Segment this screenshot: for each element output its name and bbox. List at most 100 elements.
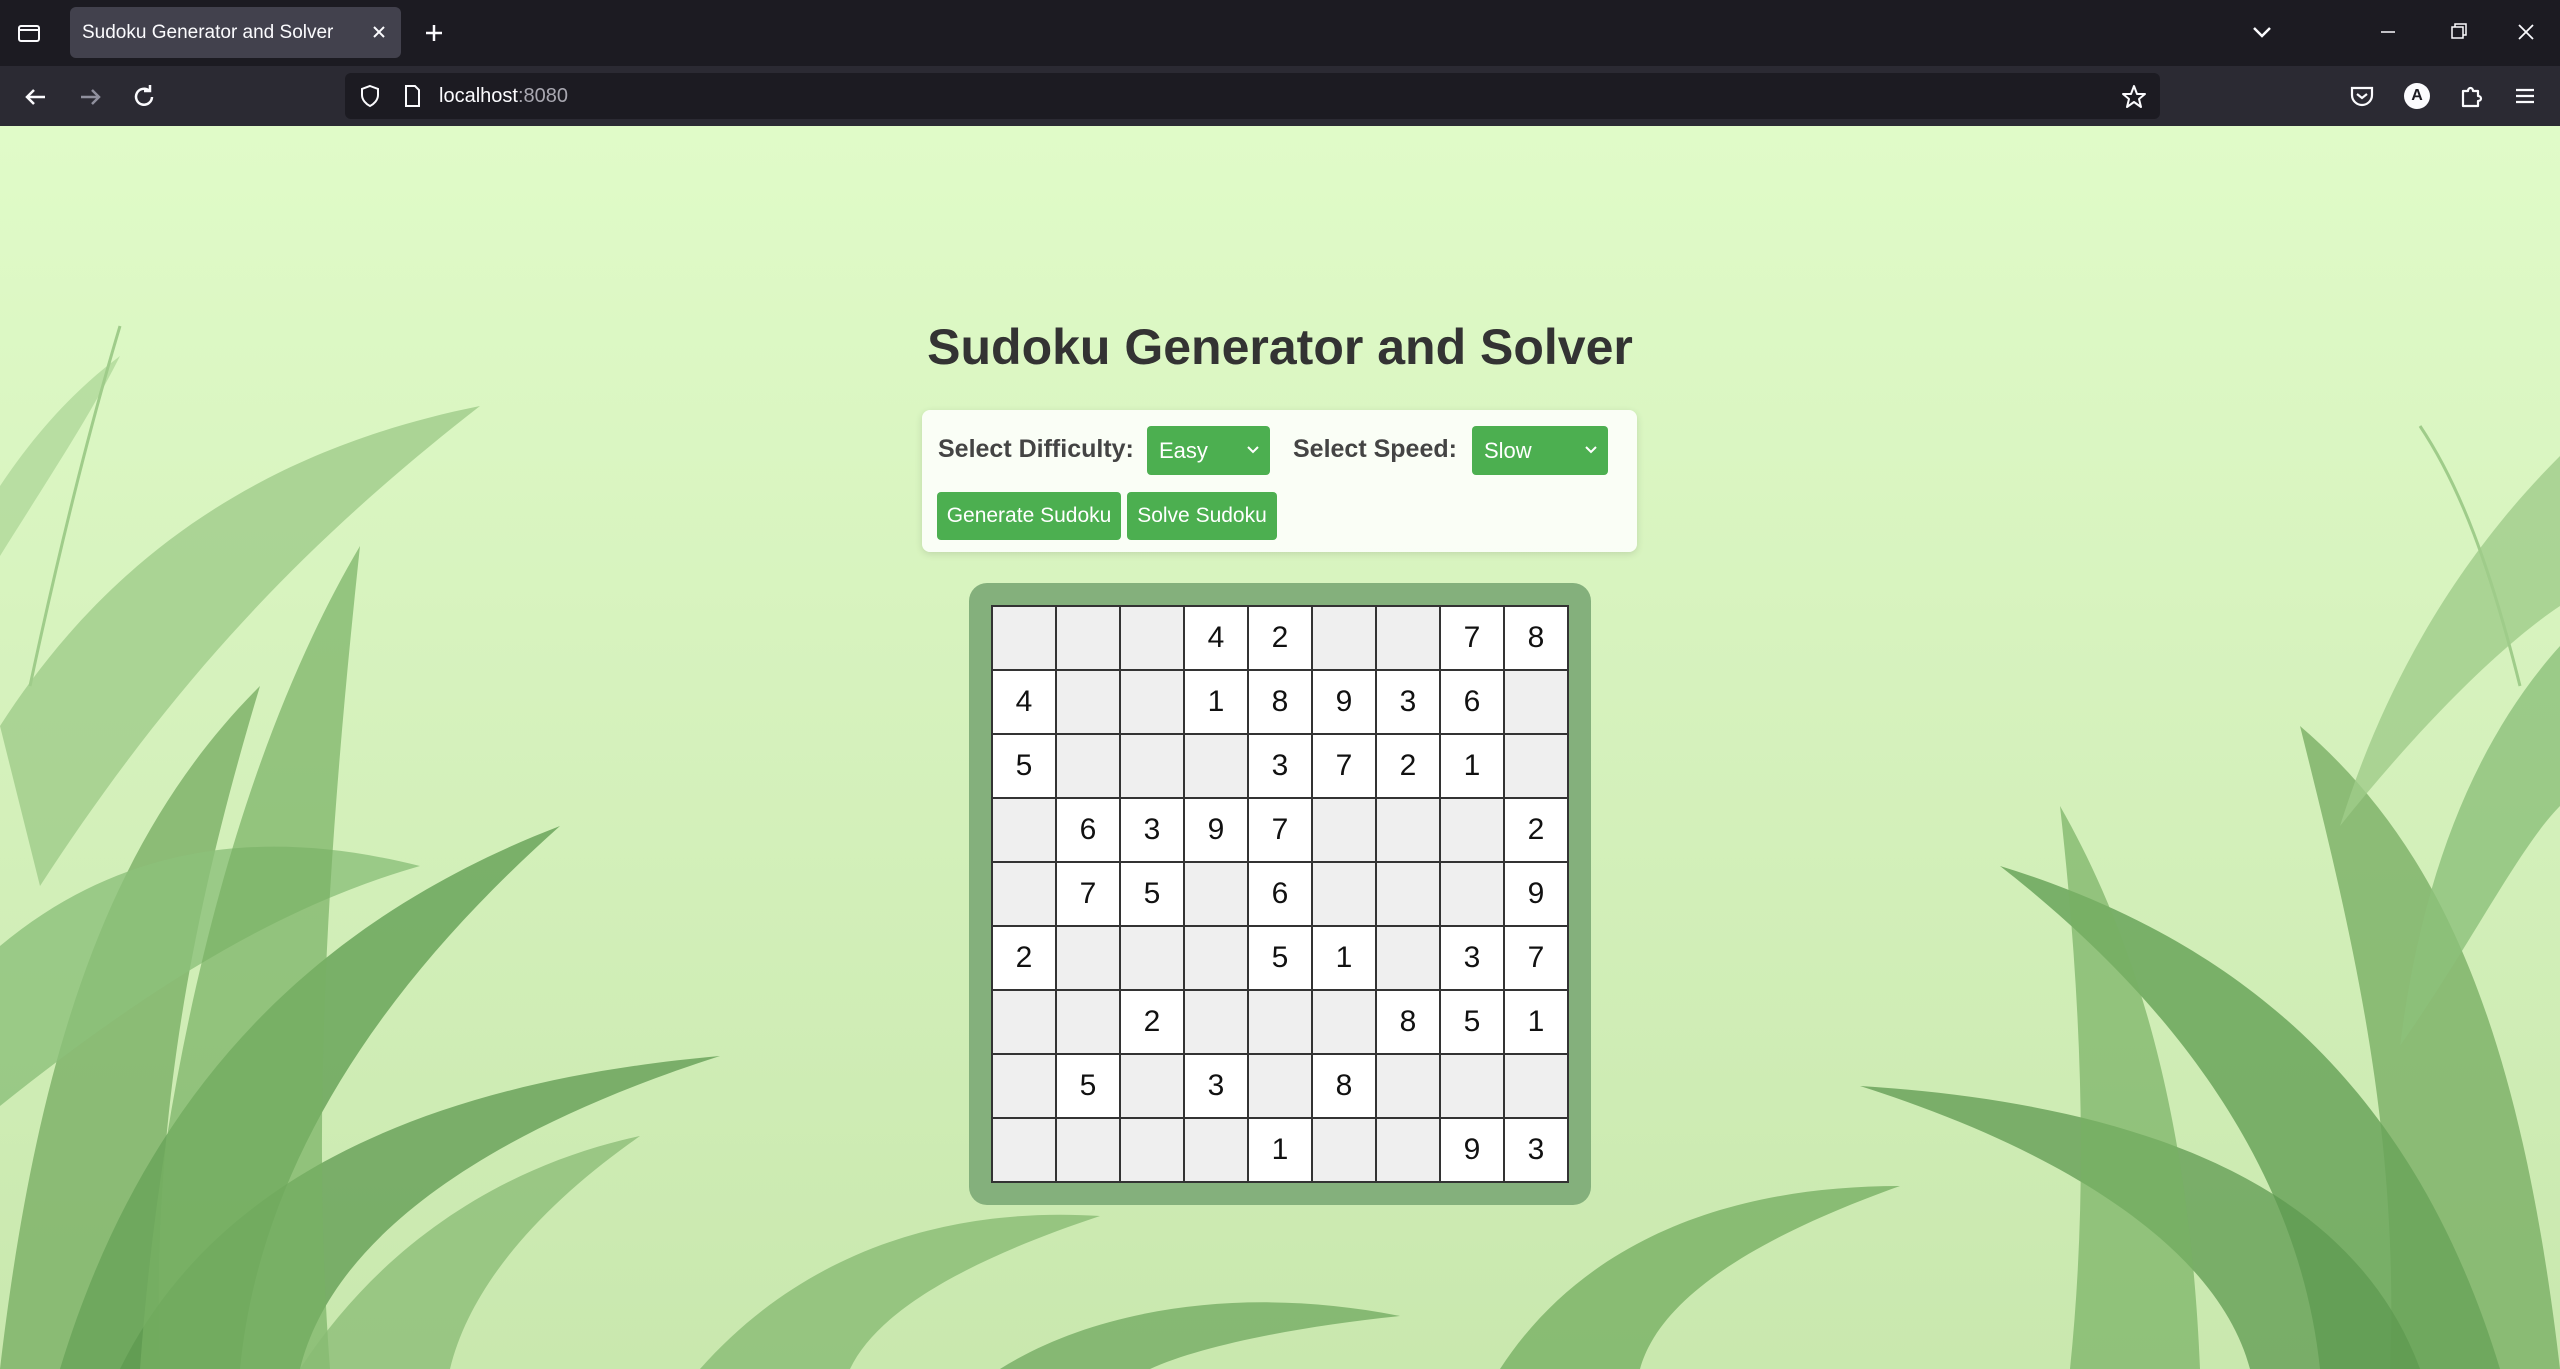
sudoku-cell[interactable] [993,799,1055,861]
sudoku-cell[interactable] [1185,991,1247,1053]
sudoku-cell[interactable] [1185,735,1247,797]
sudoku-cell[interactable] [1313,863,1375,925]
sudoku-cell[interactable] [1441,1055,1503,1117]
sudoku-cell[interactable] [1057,671,1119,733]
account-avatar-icon[interactable]: A [2404,83,2430,109]
sudoku-cell[interactable] [1377,927,1439,989]
sudoku-cell[interactable]: 3 [1249,735,1311,797]
sudoku-cell[interactable] [1377,799,1439,861]
sudoku-cell[interactable] [1505,671,1567,733]
sudoku-cell[interactable] [1185,1119,1247,1181]
sudoku-cell[interactable] [1313,991,1375,1053]
sudoku-cell[interactable] [1313,607,1375,669]
sudoku-cell[interactable] [993,991,1055,1053]
sudoku-cell[interactable] [1441,799,1503,861]
sudoku-cell[interactable] [1057,1119,1119,1181]
sudoku-cell[interactable] [1057,927,1119,989]
sudoku-cell[interactable] [1441,863,1503,925]
sudoku-cell[interactable]: 2 [1505,799,1567,861]
sudoku-cell[interactable]: 3 [1505,1119,1567,1181]
bookmark-star-icon[interactable] [2120,83,2148,111]
sudoku-cell[interactable]: 3 [1377,671,1439,733]
sudoku-cell[interactable]: 3 [1441,927,1503,989]
sudoku-cell[interactable] [1377,1119,1439,1181]
sudoku-cell[interactable] [1505,1055,1567,1117]
new-tab-icon[interactable] [418,17,450,49]
sudoku-cell[interactable] [1057,735,1119,797]
sudoku-cell[interactable]: 8 [1505,607,1567,669]
sudoku-cell[interactable] [1121,671,1183,733]
sudoku-cell[interactable] [1377,863,1439,925]
sudoku-cell[interactable]: 9 [1441,1119,1503,1181]
solve-sudoku-button[interactable]: Solve Sudoku [1127,492,1277,540]
sudoku-cell[interactable]: 5 [1441,991,1503,1053]
close-tab-icon[interactable] [365,18,393,46]
extensions-puzzle-icon[interactable] [2454,79,2488,113]
sudoku-cell[interactable] [993,1119,1055,1181]
generate-sudoku-button[interactable]: Generate Sudoku [937,492,1121,540]
sudoku-cell[interactable]: 7 [1249,799,1311,861]
sudoku-cell[interactable] [1121,927,1183,989]
sudoku-cell[interactable]: 5 [993,735,1055,797]
sudoku-cell[interactable]: 4 [1185,607,1247,669]
sudoku-cell[interactable]: 7 [1057,863,1119,925]
sudoku-cell[interactable] [1313,1119,1375,1181]
sudoku-cell[interactable]: 3 [1121,799,1183,861]
sudoku-cell[interactable] [1121,607,1183,669]
sudoku-cell[interactable]: 5 [1057,1055,1119,1117]
minimize-icon[interactable] [2370,16,2406,48]
sudoku-cell[interactable] [1057,607,1119,669]
forward-arrow-icon[interactable] [73,80,107,114]
sudoku-cell[interactable]: 8 [1377,991,1439,1053]
address-bar[interactable]: localhost:8080 [345,73,2160,119]
sudoku-cell[interactable] [1121,1119,1183,1181]
browser-tab-active[interactable]: Sudoku Generator and Solver [70,7,401,58]
sudoku-cell[interactable] [1185,863,1247,925]
reload-icon[interactable] [127,80,161,114]
hamburger-menu-icon[interactable] [2508,79,2542,113]
sudoku-cell[interactable] [1249,991,1311,1053]
page-info-icon[interactable] [399,83,425,109]
sudoku-cell[interactable]: 2 [1377,735,1439,797]
url-text[interactable]: localhost:8080 [439,85,568,108]
sudoku-cell[interactable]: 2 [1249,607,1311,669]
tab-list-icon[interactable] [14,18,44,48]
speed-select[interactable]: Slow [1472,426,1608,475]
sudoku-cell[interactable] [1185,927,1247,989]
sudoku-cell[interactable] [1313,799,1375,861]
sudoku-cell[interactable]: 7 [1441,607,1503,669]
sudoku-cell[interactable]: 2 [993,927,1055,989]
sudoku-cell[interactable] [993,1055,1055,1117]
sudoku-cell[interactable]: 4 [993,671,1055,733]
sudoku-cell[interactable]: 6 [1249,863,1311,925]
sudoku-cell[interactable]: 1 [1249,1119,1311,1181]
sudoku-cell[interactable]: 1 [1313,927,1375,989]
sudoku-cell[interactable]: 9 [1505,863,1567,925]
sudoku-cell[interactable]: 3 [1185,1055,1247,1117]
sudoku-cell[interactable] [1249,1055,1311,1117]
sudoku-cell[interactable]: 7 [1505,927,1567,989]
sudoku-cell[interactable] [993,863,1055,925]
sudoku-cell[interactable]: 9 [1185,799,1247,861]
pocket-icon[interactable] [2345,79,2379,113]
sudoku-cell[interactable] [1505,735,1567,797]
sudoku-cell[interactable]: 5 [1249,927,1311,989]
sudoku-cell[interactable] [1377,1055,1439,1117]
restore-icon[interactable] [2440,16,2476,48]
sudoku-cell[interactable] [1121,735,1183,797]
tracking-protection-shield-icon[interactable] [357,83,383,109]
list-all-tabs-icon[interactable] [2246,16,2278,48]
sudoku-cell[interactable]: 6 [1441,671,1503,733]
sudoku-cell[interactable] [1377,607,1439,669]
sudoku-cell[interactable] [1121,1055,1183,1117]
sudoku-cell[interactable]: 1 [1505,991,1567,1053]
sudoku-cell[interactable]: 6 [1057,799,1119,861]
sudoku-cell[interactable]: 5 [1121,863,1183,925]
sudoku-cell[interactable] [993,607,1055,669]
sudoku-cell[interactable]: 1 [1185,671,1247,733]
sudoku-cell[interactable]: 8 [1249,671,1311,733]
sudoku-cell[interactable]: 8 [1313,1055,1375,1117]
back-arrow-icon[interactable] [19,80,53,114]
sudoku-cell[interactable]: 1 [1441,735,1503,797]
sudoku-cell[interactable] [1057,991,1119,1053]
